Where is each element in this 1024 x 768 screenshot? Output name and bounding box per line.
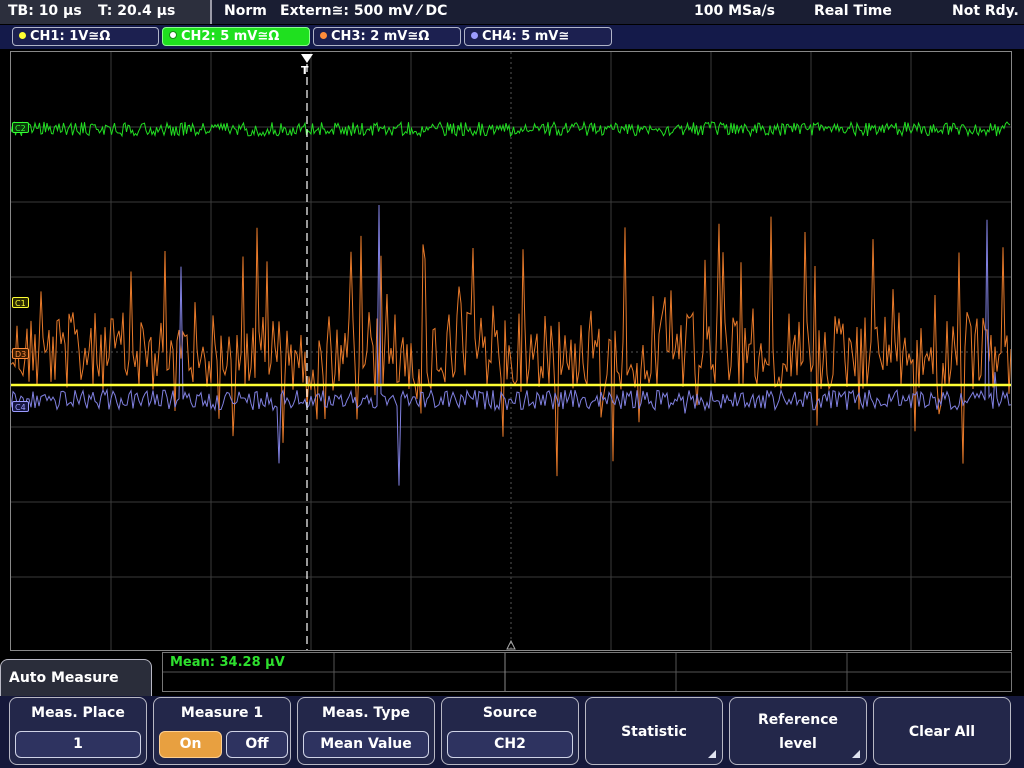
reference-level-softkey[interactable]: Reference level (729, 697, 867, 765)
channel-tab-label: CH2: 5 mV≅Ω (181, 29, 280, 44)
ch2-color-icon (169, 31, 177, 39)
channel-tab-label: CH4: 5 mV≅ (482, 29, 570, 44)
channel-tab-label: CH1: 1V≅Ω (30, 29, 111, 44)
clear-all-softkey[interactable]: Clear All (873, 697, 1011, 765)
channel-tab-ch3[interactable]: CH3: 2 mV≅Ω (313, 27, 461, 46)
softkey-title: Measure 1 (180, 705, 264, 721)
channel-tab-ch4[interactable]: CH4: 5 mV≅ (464, 27, 612, 46)
softkey-title: Source (482, 705, 538, 721)
ch3-color-icon (320, 32, 327, 39)
trigger-time-readout[interactable]: T: 20.4 µs (98, 3, 175, 19)
trigger-label: T (301, 64, 309, 77)
source-value[interactable]: CH2 (447, 731, 573, 758)
statistic-softkey[interactable]: Statistic (585, 697, 723, 765)
channel-tab-ch1[interactable]: CH1: 1V≅Ω (12, 27, 159, 46)
softkey-title: Meas. Place (31, 705, 125, 721)
measure1-off-toggle[interactable]: Off (226, 731, 288, 758)
ch3-offset-marker[interactable]: D3 (12, 348, 30, 359)
meas-type-value[interactable]: Mean Value (303, 731, 429, 758)
graticule (11, 52, 1011, 650)
ch4-offset-marker[interactable]: C4 (12, 401, 29, 412)
submenu-corner-icon (708, 750, 716, 758)
channel-tab-label: CH3: 2 mV≅Ω (331, 29, 430, 44)
meas-place-value[interactable]: 1 (15, 731, 141, 758)
ch1-offset-marker[interactable]: C1 (12, 297, 29, 308)
source-softkey[interactable]: Source CH2 (441, 697, 579, 765)
measurement-mean-value: Mean: 34.28 µV (170, 655, 285, 670)
waveform-display[interactable] (10, 51, 1012, 651)
meas-place-softkey[interactable]: Meas. Place 1 (9, 697, 147, 765)
ch1-color-icon (19, 32, 26, 39)
timebase-readout[interactable]: TB: 10 µs (8, 3, 82, 19)
softkey-label-line1: Reference (757, 712, 839, 728)
submenu-corner-icon (852, 750, 860, 758)
menu-title: Auto Measure (0, 659, 152, 699)
meas-type-softkey[interactable]: Meas. Type Mean Value (297, 697, 435, 765)
acquisition-mode: Real Time (814, 3, 892, 19)
measurement-table-lines (163, 653, 1011, 691)
sample-rate: 100 MSa/s (694, 3, 776, 19)
softkey-label: Statistic (621, 724, 687, 740)
ch4-color-icon (471, 32, 478, 39)
waveform-canvas (11, 52, 1011, 650)
softkey-label-line2: level (779, 736, 817, 752)
softkey-label: Clear All (908, 724, 976, 740)
trigger-mode[interactable]: Norm (224, 3, 267, 19)
measure1-softkey[interactable]: Measure 1 On Off (153, 697, 291, 765)
ch2-offset-marker[interactable]: C2 (12, 122, 29, 133)
softkey-title: Meas. Type (322, 705, 410, 721)
channel-tab-ch2[interactable]: CH2: 5 mV≅Ω (162, 27, 310, 46)
measure1-on-toggle[interactable]: On (159, 731, 222, 758)
ready-state: Not Rdy. (952, 3, 1019, 19)
trigger-source[interactable]: Extern≅: 500 mV ⁄ DC (280, 3, 447, 19)
measurement-result-area (162, 652, 1012, 692)
